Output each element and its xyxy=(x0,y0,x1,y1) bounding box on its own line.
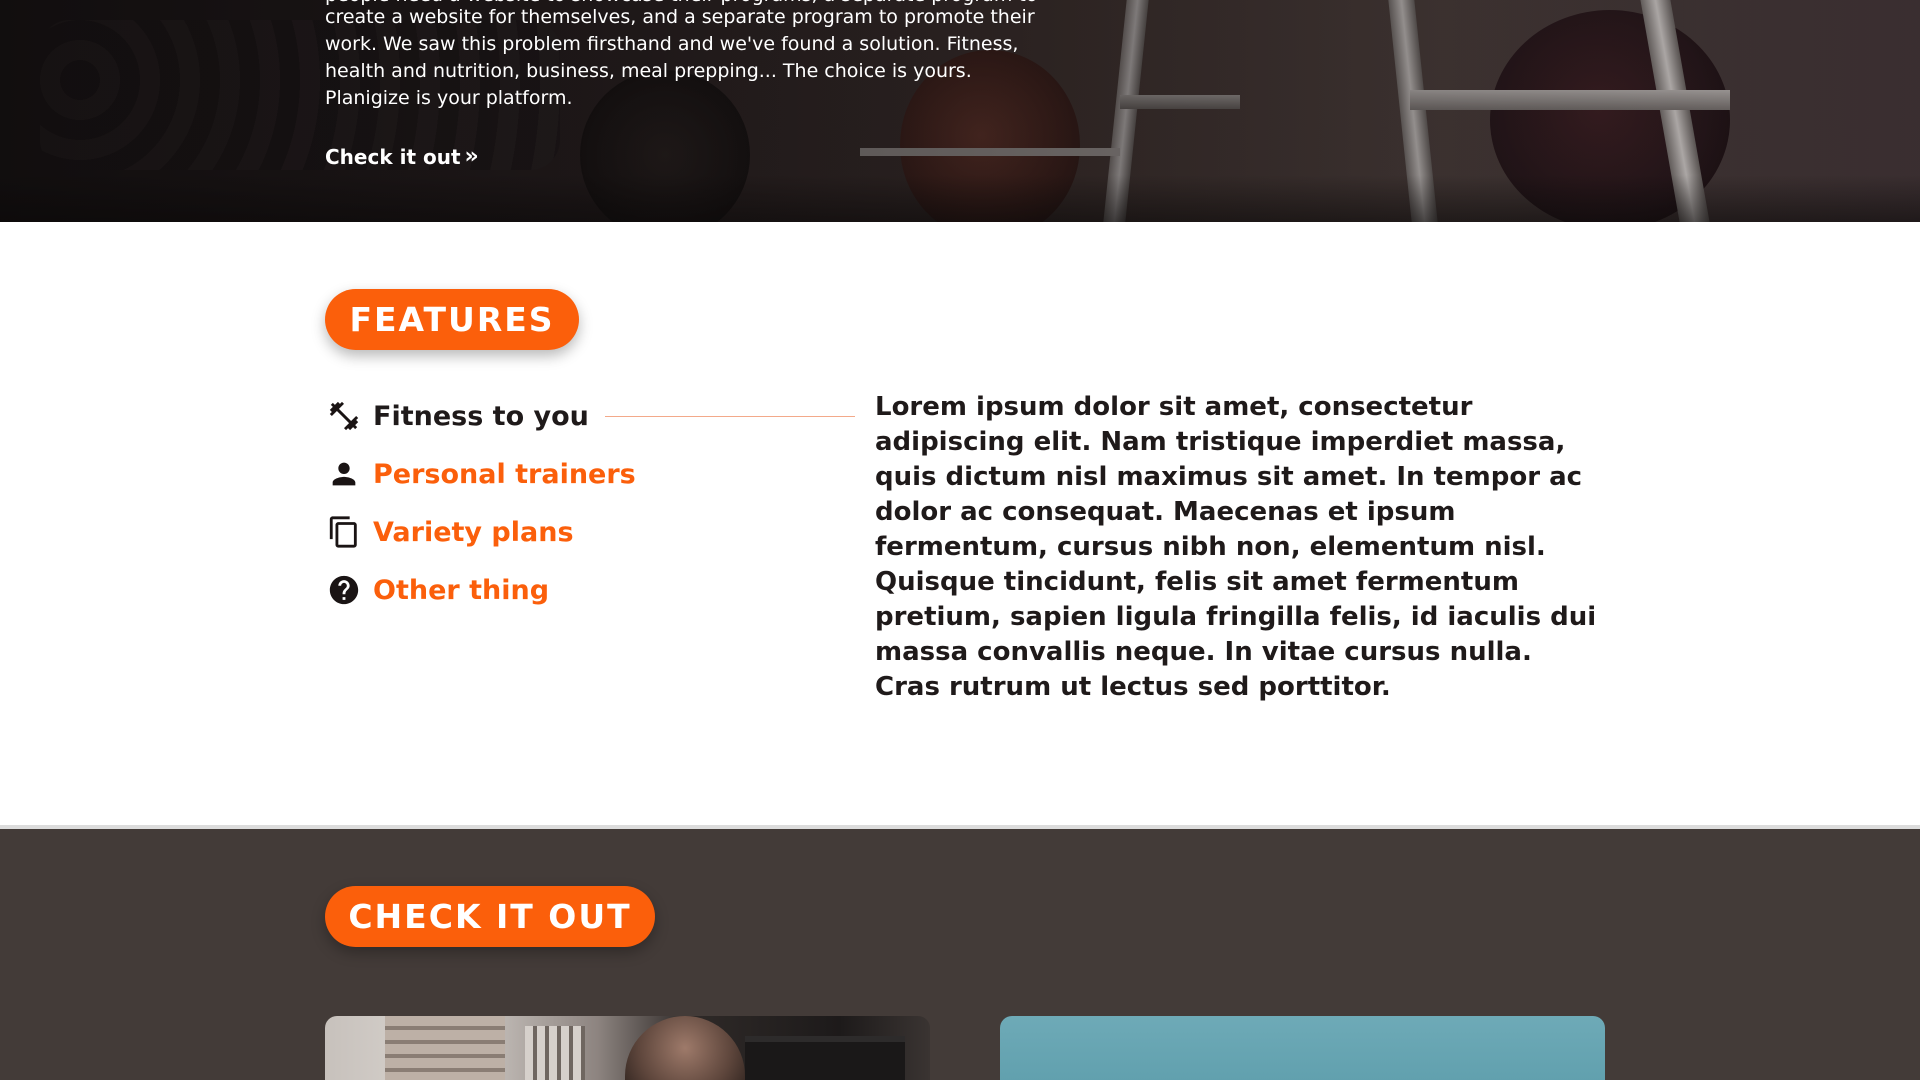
feature-item-variety-plans[interactable]: Variety plans xyxy=(325,503,855,561)
hero-description: people need a website to showcase their … xyxy=(325,0,1037,112)
feature-item-personal-trainers[interactable]: Personal trainers xyxy=(325,445,855,503)
check-it-out-section: CHECK IT OUT xyxy=(0,829,1920,1080)
feature-description: Lorem ipsum dolor sit amet, consectetur … xyxy=(875,392,1597,702)
features-heading: FEATURES xyxy=(325,289,579,350)
help-circle-icon xyxy=(325,571,363,609)
feature-label: Fitness to you xyxy=(373,400,589,432)
hero-section: people need a website to showcase their … xyxy=(0,0,1920,222)
person-icon xyxy=(325,455,363,493)
double-chevron-right-icon: » xyxy=(464,144,479,169)
card-image-athlete xyxy=(625,1016,745,1080)
active-feature-indicator xyxy=(604,415,855,417)
check-it-out-card-image[interactable] xyxy=(325,1016,930,1080)
dumbbell-icon xyxy=(325,397,363,435)
card-image-athlete-shirt xyxy=(745,1036,905,1080)
feature-label: Personal trainers xyxy=(373,458,636,490)
card-image-building xyxy=(385,1016,505,1080)
copy-icon xyxy=(325,513,363,551)
check-it-out-label: Check it out xyxy=(325,145,461,169)
card-image-building xyxy=(525,1026,585,1080)
check-it-out-card-image[interactable] xyxy=(1000,1016,1605,1080)
hero-description-body: create a website for themselves, and a s… xyxy=(325,6,1035,109)
page: people need a website to showcase their … xyxy=(0,0,1920,1080)
hero-description-clipped-line: people need a website to showcase their … xyxy=(325,0,1037,9)
feature-item-other-thing[interactable]: Other thing xyxy=(325,561,855,619)
check-it-out-link[interactable]: Check it out » xyxy=(325,145,479,169)
check-it-out-heading: CHECK IT OUT xyxy=(325,886,655,947)
features-section: FEATURES Fitness to you Personal trainer… xyxy=(0,222,1920,826)
feature-label: Variety plans xyxy=(373,516,574,548)
feature-list: Fitness to you Personal trainers Variety… xyxy=(325,387,855,619)
feature-item-fitness-to-you[interactable]: Fitness to you xyxy=(325,387,855,445)
feature-label: Other thing xyxy=(373,574,550,606)
